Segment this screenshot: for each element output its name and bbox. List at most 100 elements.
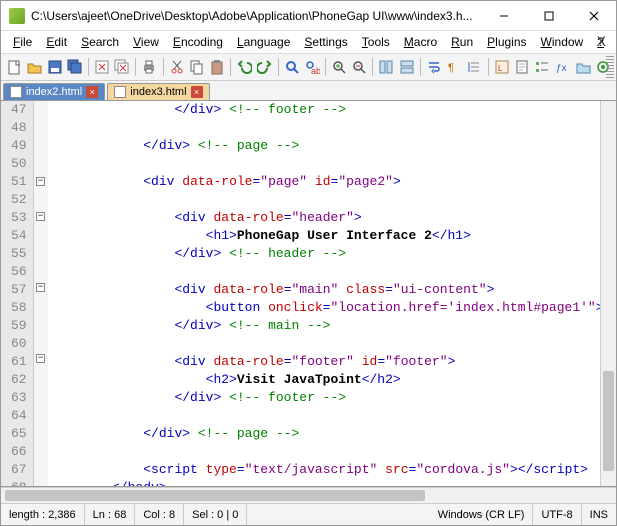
code-line[interactable]: </div> <!-- main --> bbox=[50, 317, 600, 335]
status-length: length : 2,386 bbox=[1, 504, 85, 525]
toolbar-separator bbox=[278, 58, 279, 76]
menu-edit[interactable]: Edit bbox=[40, 33, 73, 51]
open-file-icon[interactable] bbox=[25, 57, 43, 77]
zoom-out-icon[interactable] bbox=[350, 57, 368, 77]
close-icon[interactable] bbox=[93, 57, 111, 77]
menu-encoding[interactable]: Encoding bbox=[167, 33, 229, 51]
udl-icon[interactable]: L bbox=[492, 57, 510, 77]
editor: 4748495051525354555657585960616263646566… bbox=[1, 101, 616, 487]
save-all-icon[interactable] bbox=[66, 57, 84, 77]
status-bar: length : 2,386 Ln : 68 Col : 8 Sel : 0 |… bbox=[1, 503, 616, 525]
menu-language[interactable]: Language bbox=[231, 33, 296, 51]
menu-window[interactable]: Window bbox=[535, 33, 590, 51]
menu-bar: FileEditSearchViewEncodingLanguageSettin… bbox=[1, 31, 616, 53]
svg-text:¶: ¶ bbox=[448, 62, 454, 74]
undo-icon[interactable] bbox=[235, 57, 253, 77]
svg-text:L: L bbox=[498, 64, 503, 73]
code-line[interactable] bbox=[50, 155, 600, 173]
code-line[interactable] bbox=[50, 335, 600, 353]
code-line[interactable] bbox=[50, 263, 600, 281]
minimize-button[interactable] bbox=[481, 2, 526, 30]
zoom-in-icon[interactable] bbox=[330, 57, 348, 77]
paste-icon[interactable] bbox=[208, 57, 226, 77]
mdi-close-icon[interactable]: X bbox=[597, 33, 606, 49]
find-icon[interactable] bbox=[283, 57, 301, 77]
toolbar-separator bbox=[372, 58, 373, 76]
redo-icon[interactable] bbox=[255, 57, 273, 77]
status-encoding: UTF-8 bbox=[533, 504, 581, 525]
menu-file[interactable]: File bbox=[7, 33, 38, 51]
toolbar-grip-icon bbox=[606, 56, 614, 78]
status-ins: INS bbox=[582, 504, 616, 525]
menu-plugins[interactable]: Plugins bbox=[481, 33, 532, 51]
code-line[interactable]: <div data-role="page" id="page2"> bbox=[50, 173, 600, 191]
replace-icon[interactable]: ab bbox=[303, 57, 321, 77]
code-line[interactable]: <h2>Visit JavaTpoint</h2> bbox=[50, 371, 600, 389]
menu-macro[interactable]: Macro bbox=[398, 33, 443, 51]
fold-column: − − − − bbox=[34, 101, 48, 486]
folder-workspace-icon[interactable] bbox=[573, 57, 591, 77]
vscroll-thumb[interactable] bbox=[603, 371, 614, 471]
tab-label: index3.html bbox=[130, 86, 186, 98]
indent-guide-icon[interactable] bbox=[465, 57, 483, 77]
toolbar-separator bbox=[325, 58, 326, 76]
tab-index3-html[interactable]: index3.html × bbox=[107, 83, 209, 100]
code-line[interactable] bbox=[50, 443, 600, 461]
toolbar-separator bbox=[488, 58, 489, 76]
window-controls bbox=[481, 2, 616, 30]
menu-run[interactable]: Run bbox=[445, 33, 479, 51]
file-icon bbox=[114, 86, 126, 98]
menu-settings[interactable]: Settings bbox=[298, 33, 353, 51]
maximize-button[interactable] bbox=[526, 2, 571, 30]
code-line[interactable]: </div> <!-- page --> bbox=[50, 425, 600, 443]
cut-icon[interactable] bbox=[167, 57, 185, 77]
window-title: C:\Users\ajeet\OneDrive\Desktop\Adobe\Ap… bbox=[31, 9, 481, 23]
code-line[interactable]: <button onclick="location.href='index.ht… bbox=[50, 299, 600, 317]
toolbar-separator bbox=[135, 58, 136, 76]
save-icon[interactable] bbox=[46, 57, 64, 77]
tab-index2-html[interactable]: index2.html× bbox=[3, 83, 105, 100]
new-file-icon[interactable] bbox=[5, 57, 23, 77]
code-line[interactable] bbox=[50, 407, 600, 425]
doc-list-icon[interactable] bbox=[533, 57, 551, 77]
close-button[interactable] bbox=[571, 2, 616, 30]
sync-h-icon[interactable] bbox=[398, 57, 416, 77]
code-line[interactable]: <script type="text/javascript" src="cord… bbox=[50, 461, 600, 479]
code-line[interactable]: </div> <!-- footer --> bbox=[50, 101, 600, 119]
code-line[interactable] bbox=[50, 119, 600, 137]
code-line[interactable]: <div data-role="main" class="ui-content"… bbox=[50, 281, 600, 299]
svg-text:ab: ab bbox=[311, 66, 320, 75]
code-line[interactable]: </body> bbox=[50, 479, 600, 486]
print-icon[interactable] bbox=[140, 57, 158, 77]
hscroll-thumb[interactable] bbox=[5, 490, 425, 501]
menu-search[interactable]: Search bbox=[75, 33, 125, 51]
status-ln: Ln : 68 bbox=[85, 504, 136, 525]
code-line[interactable]: <div data-role="header"> bbox=[50, 209, 600, 227]
toolbar-separator bbox=[163, 58, 164, 76]
code-line[interactable]: <div data-role="footer" id="footer"> bbox=[50, 353, 600, 371]
func-list-icon[interactable]: ƒx bbox=[553, 57, 571, 77]
show-all-icon[interactable]: ¶ bbox=[445, 57, 463, 77]
vertical-scrollbar[interactable] bbox=[600, 101, 616, 486]
tab-strip: index2.html× index3.html × bbox=[1, 81, 616, 101]
code-line[interactable]: </div> <!-- page --> bbox=[50, 137, 600, 155]
app-icon bbox=[9, 8, 25, 24]
tab-close-icon[interactable]: × bbox=[191, 86, 203, 98]
menu-view[interactable]: View bbox=[127, 33, 165, 51]
svg-text:ƒx: ƒx bbox=[556, 63, 567, 74]
horizontal-scrollbar[interactable] bbox=[1, 487, 616, 503]
menu-tools[interactable]: Tools bbox=[356, 33, 396, 51]
code-line[interactable] bbox=[50, 191, 600, 209]
file-icon bbox=[10, 86, 22, 98]
tab-close-icon[interactable]: × bbox=[86, 86, 98, 98]
status-col: Col : 8 bbox=[135, 504, 184, 525]
code-line[interactable]: </div> <!-- header --> bbox=[50, 245, 600, 263]
code-area[interactable]: </div> <!-- footer --> </div> <!-- page … bbox=[48, 101, 600, 486]
copy-icon[interactable] bbox=[188, 57, 206, 77]
doc-map-icon[interactable] bbox=[513, 57, 531, 77]
sync-v-icon[interactable] bbox=[377, 57, 395, 77]
wordwrap-icon[interactable] bbox=[425, 57, 443, 77]
code-line[interactable]: </div> <!-- footer --> bbox=[50, 389, 600, 407]
code-line[interactable]: <h1>PhoneGap User Interface 2</h1> bbox=[50, 227, 600, 245]
close-all-icon[interactable] bbox=[113, 57, 131, 77]
